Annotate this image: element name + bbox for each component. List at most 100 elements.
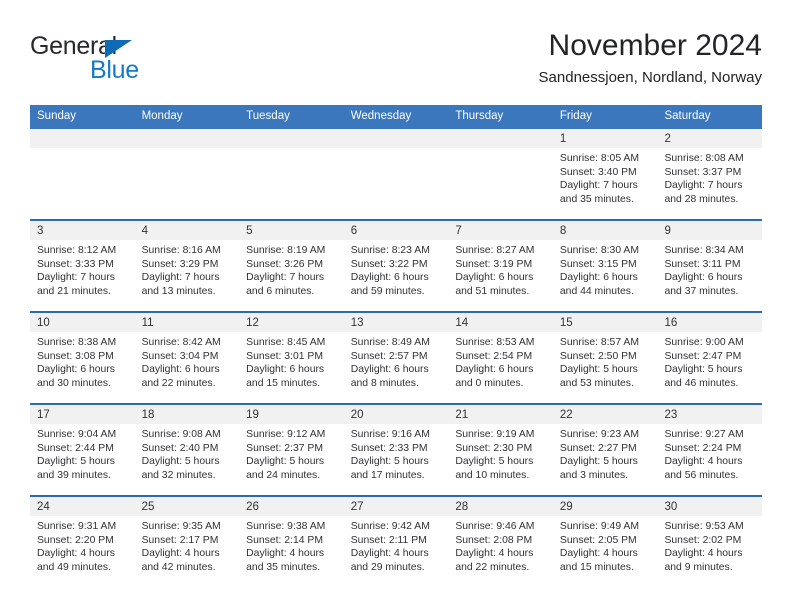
calendar-day-cell[interactable]: 25 Sunrise: 9:35 AM Sunset: 2:17 PM Dayligh…	[134, 497, 240, 587]
day-number: 6	[343, 221, 449, 240]
daylight-text: Daylight: 5 hours and 53 minutes.	[559, 364, 638, 389]
sunset-text: Sunset: 2:17 PM	[141, 534, 219, 546]
day-details: Sunrise: 9:12 AM Sunset: 2:37 PM Daylight:…	[239, 424, 344, 490]
calendar-day-cell[interactable]: 27 Sunrise: 9:42 AM Sunset: 2:11 PM Dayligh…	[343, 497, 449, 587]
calendar-day-cell[interactable]: 5 Sunrise: 8:19 AM Sunset: 3:26 PM Daylight…	[239, 221, 344, 311]
daylight-text: Daylight: 7 hours and 13 minutes.	[141, 272, 220, 297]
calendar-day-cell[interactable]: 9 Sunrise: 8:34 AM Sunset: 3:11 PM Daylight…	[657, 221, 763, 311]
day-number: 16	[657, 313, 763, 332]
day-number: 14	[448, 313, 553, 332]
day-details: Sunrise: 9:46 AM Sunset: 2:08 PM Daylight:…	[448, 516, 553, 582]
day-number	[134, 129, 240, 148]
day-number: 26	[239, 497, 344, 516]
weekday-header-row: Sunday Monday Tuesday Wednesday Thursday…	[30, 105, 762, 129]
calendar-day-cell[interactable]: 10 Sunrise: 8:38 AM Sunset: 3:08 PM Dayligh…	[30, 313, 135, 403]
weekday-header-friday: Friday	[559, 110, 592, 122]
calendar-day-cell[interactable]: 20 Sunrise: 9:16 AM Sunset: 2:33 PM Dayligh…	[343, 405, 449, 495]
calendar-day-cell[interactable]: 30 Sunrise: 9:53 AM Sunset: 2:02 PM Dayligh…	[657, 497, 763, 587]
sunrise-text: Sunrise: 9:35 AM	[141, 521, 221, 532]
day-number: 22	[552, 405, 658, 424]
calendar-day-cell[interactable]: 4 Sunrise: 8:16 AM Sunset: 3:29 PM Daylight…	[134, 221, 240, 311]
daylight-text: Daylight: 4 hours and 49 minutes.	[37, 548, 115, 573]
calendar-day-cell[interactable]: 2 Sunrise: 8:08 AM Sunset: 3:37 PM Daylight…	[657, 129, 763, 219]
day-details: Sunrise: 9:08 AM Sunset: 2:40 PM Daylight:…	[135, 424, 240, 490]
calendar-day-cell[interactable]: 15 Sunrise: 8:57 AM Sunset: 2:50 PM Dayligh…	[552, 313, 658, 403]
day-details	[239, 148, 344, 160]
day-number: 23	[657, 405, 763, 424]
day-details: Sunrise: 8:19 AM Sunset: 3:26 PM Daylight:…	[239, 240, 344, 306]
day-details: Sunrise: 8:38 AM Sunset: 3:08 PM Daylight:…	[30, 332, 135, 398]
calendar-day-cell[interactable]: 6 Sunrise: 8:23 AM Sunset: 3:22 PM Daylight…	[343, 221, 449, 311]
calendar-day-cell[interactable]: 29 Sunrise: 9:49 AM Sunset: 2:05 PM Dayligh…	[552, 497, 658, 587]
calendar-day-cell[interactable]: 28 Sunrise: 9:46 AM Sunset: 2:08 PM Dayligh…	[448, 497, 553, 587]
day-details: Sunrise: 9:16 AM Sunset: 2:33 PM Daylight:…	[344, 424, 449, 490]
daylight-text: Daylight: 6 hours and 51 minutes.	[455, 272, 534, 297]
sunset-text: Sunset: 2:40 PM	[141, 442, 219, 454]
day-details: Sunrise: 9:38 AM Sunset: 2:14 PM Daylight:…	[239, 516, 344, 582]
calendar-day-cell[interactable]: 13 Sunrise: 8:49 AM Sunset: 2:57 PM Dayligh…	[343, 313, 449, 403]
sunset-text: Sunset: 2:11 PM	[350, 534, 427, 546]
calendar-day-cell[interactable]: 11 Sunrise: 8:42 AM Sunset: 3:04 PM Dayligh…	[134, 313, 240, 403]
sunset-text: Sunset: 2:33 PM	[350, 442, 428, 454]
day-number: 30	[657, 497, 763, 516]
calendar-day-cell[interactable]: 12 Sunrise: 8:45 AM Sunset: 3:01 PM Dayligh…	[239, 313, 344, 403]
page-header: General Blue November 2024 Sandnessjoen,…	[30, 28, 762, 98]
day-details: Sunrise: 8:16 AM Sunset: 3:29 PM Daylight:…	[135, 240, 240, 306]
calendar-day-cell[interactable]: 19 Sunrise: 9:12 AM Sunset: 2:37 PM Dayligh…	[239, 405, 344, 495]
general-blue-logo[interactable]: General Blue	[30, 32, 260, 90]
page-title: November 2024	[548, 29, 762, 62]
sunrise-text: Sunrise: 9:38 AM	[246, 521, 326, 532]
sunset-text: Sunset: 2:05 PM	[559, 534, 637, 546]
day-number: 19	[239, 405, 344, 424]
day-number: 5	[239, 221, 344, 240]
calendar-day-cell[interactable]: 8 Sunrise: 8:30 AM Sunset: 3:15 PM Daylight…	[552, 221, 658, 311]
day-details: Sunrise: 9:35 AM Sunset: 2:17 PM Daylight:…	[135, 516, 240, 582]
sunrise-text: Sunrise: 8:27 AM	[455, 245, 535, 256]
calendar-day-cell[interactable]: 7 Sunrise: 8:27 AM Sunset: 3:19 PM Daylight…	[448, 221, 553, 311]
sunset-text: Sunset: 2:20 PM	[37, 534, 114, 546]
day-details: Sunrise: 8:12 AM Sunset: 3:33 PM Daylight:…	[30, 240, 135, 306]
calendar-day-cell[interactable]: 26 Sunrise: 9:38 AM Sunset: 2:14 PM Dayligh…	[239, 497, 344, 587]
calendar-week-row: 17 Sunrise: 9:04 AM Sunset: 2:44 PM Dayligh…	[30, 403, 763, 495]
sunrise-text: Sunrise: 8:19 AM	[246, 245, 326, 256]
day-number: 21	[448, 405, 553, 424]
calendar-day-cell[interactable]: 18 Sunrise: 9:08 AM Sunset: 2:40 PM Dayligh…	[134, 405, 240, 495]
calendar-day-cell[interactable]: 17 Sunrise: 9:04 AM Sunset: 2:44 PM Dayligh…	[30, 405, 135, 495]
daylight-text: Daylight: 7 hours and 21 minutes.	[37, 272, 115, 297]
calendar-day-cell[interactable]: 21 Sunrise: 9:19 AM Sunset: 2:30 PM Dayligh…	[448, 405, 553, 495]
sunrise-text: Sunrise: 8:42 AM	[141, 337, 221, 348]
daylight-text: Daylight: 5 hours and 3 minutes.	[559, 456, 638, 481]
sunset-text: Sunset: 3:33 PM	[37, 258, 114, 270]
calendar-grid: Sunday Monday Tuesday Wednesday Thursday…	[30, 105, 763, 587]
weekday-header-wednesday: Wednesday	[350, 110, 412, 122]
sunset-text: Sunset: 2:14 PM	[246, 534, 323, 546]
day-details: Sunrise: 9:00 AM Sunset: 2:47 PM Daylight:…	[657, 332, 762, 398]
calendar-day-cell[interactable]: 24 Sunrise: 9:31 AM Sunset: 2:20 PM Dayligh…	[30, 497, 135, 587]
sunset-text: Sunset: 2:30 PM	[455, 442, 533, 454]
daylight-text: Daylight: 7 hours and 35 minutes.	[559, 180, 638, 205]
sunrise-text: Sunrise: 9:27 AM	[664, 429, 744, 440]
day-details: Sunrise: 9:04 AM Sunset: 2:44 PM Daylight:…	[30, 424, 135, 490]
day-number: 12	[239, 313, 344, 332]
weekday-header-tuesday: Tuesday	[246, 110, 290, 122]
day-number: 2	[657, 129, 763, 148]
day-details: Sunrise: 8:30 AM Sunset: 3:15 PM Daylight:…	[553, 240, 658, 306]
calendar-day-cell-empty	[448, 129, 553, 219]
calendar-day-cell[interactable]: 14 Sunrise: 8:53 AM Sunset: 2:54 PM Dayligh…	[448, 313, 553, 403]
daylight-text: Daylight: 6 hours and 44 minutes.	[559, 272, 638, 297]
day-details: Sunrise: 8:27 AM Sunset: 3:19 PM Daylight:…	[448, 240, 553, 306]
day-number: 11	[134, 313, 240, 332]
calendar-day-cell[interactable]: 23 Sunrise: 9:27 AM Sunset: 2:24 PM Dayligh…	[657, 405, 763, 495]
calendar-day-cell-empty	[30, 129, 135, 219]
sunset-text: Sunset: 2:44 PM	[37, 442, 114, 454]
sunrise-text: Sunrise: 8:12 AM	[37, 245, 117, 256]
day-details: Sunrise: 8:45 AM Sunset: 3:01 PM Daylight:…	[239, 332, 344, 398]
sunset-text: Sunset: 2:08 PM	[455, 534, 533, 546]
calendar-day-cell[interactable]: 1 Sunrise: 8:05 AM Sunset: 3:40 PM Daylight…	[552, 129, 658, 219]
daylight-text: Daylight: 5 hours and 32 minutes.	[141, 456, 220, 481]
sunrise-text: Sunrise: 9:53 AM	[664, 521, 744, 532]
calendar-day-cell[interactable]: 3 Sunrise: 8:12 AM Sunset: 3:33 PM Daylight…	[30, 221, 135, 311]
calendar-day-cell[interactable]: 22 Sunrise: 9:23 AM Sunset: 2:27 PM Dayligh…	[552, 405, 658, 495]
calendar-day-cell[interactable]: 16 Sunrise: 9:00 AM Sunset: 2:47 PM Dayligh…	[657, 313, 763, 403]
sunrise-text: Sunrise: 8:49 AM	[350, 337, 430, 348]
